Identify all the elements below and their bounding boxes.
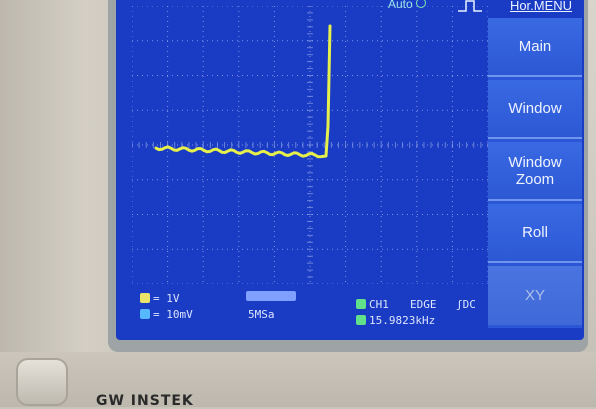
menu-window-zoom-label: Window Zoom [508,153,562,188]
waveform-graticule [132,6,488,284]
ch2-scale-value: = 10mV [153,308,193,321]
sample-rate-readout: 5MSa [248,308,275,321]
menu-roll-label: Roll [522,224,548,241]
menu-xy-button[interactable]: XY [488,266,582,325]
trigger-type-readout: EDGE [410,298,437,311]
menu-xy-label: XY [524,287,545,304]
trigger-source-value: CH1 [369,298,389,311]
panel-knob[interactable] [18,360,66,404]
menu-window-label: Window [508,100,562,117]
ch1-badge-icon [140,293,150,303]
trigger-badge-icon [356,299,366,309]
oscilloscope-screen: Auto Hor.MENU Main Window Window Zoom Ro… [116,0,584,340]
trigger-coupling-readout: ʃDC [456,298,476,311]
menu-main-label: Main [518,38,552,55]
menu-title: Hor.MENU [509,0,573,13]
frequency-badge-icon [356,315,366,325]
bezel-left-edge [0,0,120,407]
timebase-box [246,291,296,301]
ch1-scale-readout: = 1V [140,292,180,305]
frequency-value: 15.9823kHz [369,314,436,327]
menu-roll-button[interactable]: Roll [488,204,582,263]
graticule-grid [132,6,488,284]
ch2-badge-icon [140,309,150,319]
menu-window-zoom-button[interactable]: Window Zoom [488,142,582,201]
bottom-status-bar: = 1V = 10mV 5MSa CH1 EDGE ʃDC 15.9823kHz [116,286,488,340]
trigger-source-readout: CH1 [356,298,389,311]
ch2-scale-readout: = 10mV [140,308,193,321]
ch1-waveform-trace [154,24,332,159]
ch1-scale-value: = 1V [153,292,180,305]
menu-main-button[interactable]: Main [488,18,582,77]
side-menu: Main Window Window Zoom Roll XY [488,18,582,328]
lower-front-panel [0,352,596,407]
menu-window-button[interactable]: Window [488,80,582,139]
frequency-readout: 15.9823kHz [356,314,435,327]
